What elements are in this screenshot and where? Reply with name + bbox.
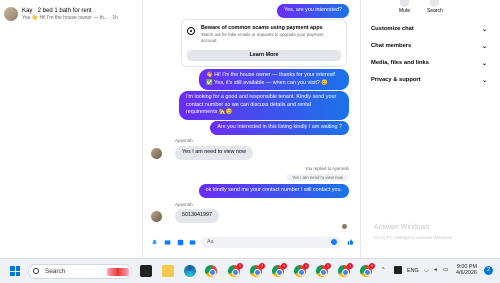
notification-count-badge[interactable]: 2: [484, 266, 493, 275]
message-input[interactable]: [201, 237, 341, 248]
gif-icon[interactable]: [189, 239, 196, 246]
privacy-support-label: Privacy & support: [371, 77, 421, 83]
scam-warning-card: Beware of common scams using payment app…: [181, 19, 347, 67]
conversation-list: Kay · 2 bed 1 bath for rent You 👋 Hi! I'…: [0, 0, 143, 258]
battery-icon[interactable]: ▭: [443, 267, 448, 273]
message-outgoing: Are you interested in this listing kindl…: [210, 121, 349, 135]
conversation-snippet-text: You 👋 Hi! I'm the house owner — th...: [22, 14, 108, 21]
volume-icon[interactable]: ◂: [434, 267, 437, 273]
chevron-down-icon: ⌄: [481, 61, 487, 67]
customize-chat-label: Customize chat: [371, 26, 414, 32]
clock[interactable]: 9:00 PM 4/6/2026: [456, 264, 477, 276]
notification-badge: 1: [369, 263, 375, 269]
message-outgoing: I'm looking for a good and responsible t…: [179, 91, 349, 120]
chrome-icon[interactable]: 1: [360, 263, 375, 277]
message-outgoing: 👋 Hi! I'm the house owner — thanks for y…: [199, 69, 349, 91]
message-incoming: Yes I am need to view now: [175, 146, 253, 160]
shield-icon: [187, 27, 195, 35]
chrome-icon[interactable]: 1: [272, 263, 287, 277]
scam-warning-title: Beware of common scams using payment app…: [201, 25, 323, 31]
chat-area: Yes, are you interested? Beware of commo…: [143, 0, 359, 258]
avatar: [4, 7, 18, 21]
sticker-icon[interactable]: [177, 239, 184, 246]
scam-warning-description: Watch out for fake emails or requests to…: [201, 32, 324, 43]
chat-members-item[interactable]: Chat members ⌄: [371, 43, 487, 50]
onedrive-icon[interactable]: [394, 266, 402, 274]
learn-more-button[interactable]: Learn More: [187, 50, 341, 61]
conversation-time: 1h: [112, 14, 118, 21]
chrome-icon[interactable]: 2: [250, 263, 265, 277]
sender-name: Ayannah: [175, 202, 193, 207]
chevron-down-icon: ⌄: [481, 78, 487, 84]
search-button[interactable]: Search: [427, 0, 443, 14]
sender-name: Ayannah: [175, 138, 193, 143]
file-explorer-icon[interactable]: [162, 265, 174, 277]
notification-badge: 1: [237, 263, 243, 269]
conversation-snippet: You 👋 Hi! I'm the house owner — th... · …: [22, 14, 118, 21]
message-incoming: 5013041997: [175, 209, 219, 223]
avatar: [151, 148, 162, 159]
customize-chat-item[interactable]: Customize chat ⌄: [371, 26, 487, 33]
windows-start-icon[interactable]: [10, 266, 20, 276]
mute-label: Mute: [399, 8, 411, 14]
media-files-links-label: Media, files and links: [371, 60, 429, 66]
chrome-icon[interactable]: [205, 265, 217, 277]
chevron-down-icon: ⌄: [481, 27, 487, 33]
message-outgoing: Yes, are you interested?: [277, 4, 349, 18]
search-icon: [33, 268, 39, 274]
activate-windows-title: Activate Windows: [374, 224, 430, 231]
bell-icon: [400, 0, 410, 7]
taskbar: Search 1 2 1 1 1 1 1 ^ ENG ◡ ◂ ▭ 9:00 PM…: [0, 258, 500, 283]
privacy-support-item[interactable]: Privacy & support ⌄: [371, 77, 487, 84]
taskbar-search[interactable]: Search: [28, 264, 132, 279]
message-composer: [143, 236, 359, 250]
chevron-up-icon[interactable]: ^: [382, 267, 385, 273]
conversation-text: Kay · 2 bed 1 bath for rent You 👋 Hi! I'…: [22, 8, 118, 21]
microphone-icon[interactable]: [151, 239, 158, 246]
conversation-name: Kay · 2 bed 1 bath for rent: [22, 7, 92, 14]
avatar: [151, 211, 162, 222]
task-view-icon[interactable]: [140, 265, 152, 277]
chrome-icon[interactable]: 1: [338, 263, 353, 277]
date: 4/6/2026: [456, 270, 477, 276]
chrome-icon[interactable]: 1: [228, 263, 243, 277]
seen-avatar: [342, 224, 347, 229]
edge-icon[interactable]: [184, 265, 196, 277]
like-icon[interactable]: [347, 238, 354, 246]
notification-badge: 1: [347, 263, 353, 269]
mute-button[interactable]: Mute: [399, 0, 410, 14]
language-indicator[interactable]: ENG: [407, 268, 419, 274]
taskbar-search-label: Search: [45, 268, 66, 275]
emoji-icon[interactable]: [331, 239, 337, 245]
search-label: Search: [427, 8, 443, 14]
chrome-icon[interactable]: 1: [316, 263, 331, 277]
notification-badge: 1: [325, 263, 331, 269]
chevron-down-icon: ⌄: [481, 44, 487, 50]
message-outgoing: ok kindly send me your contact number I …: [198, 184, 349, 198]
chrome-icon[interactable]: 1: [294, 263, 309, 277]
notification-badge: 1: [303, 263, 309, 269]
notification-badge: 1: [281, 263, 287, 269]
wifi-icon[interactable]: ◡: [424, 267, 429, 273]
search-highlight-image: [107, 268, 129, 276]
reply-note: You replied to Ayannah: [305, 166, 349, 171]
conversation-item[interactable]: Kay · 2 bed 1 bath for rent You 👋 Hi! I'…: [0, 0, 142, 28]
image-icon[interactable]: [164, 239, 171, 246]
search-icon: [430, 0, 440, 7]
chat-members-label: Chat members: [371, 43, 412, 49]
chat-info-panel: Mute Search Customize chat ⌄ Chat members…: [360, 0, 500, 258]
media-files-links-item[interactable]: Media, files and links ⌄: [371, 60, 487, 67]
reply-quote: Yes I am need to view now: [286, 174, 349, 181]
activate-windows-subtitle: Go to PC settings to activate Windows.: [374, 235, 454, 240]
notification-badge: 2: [259, 263, 265, 269]
